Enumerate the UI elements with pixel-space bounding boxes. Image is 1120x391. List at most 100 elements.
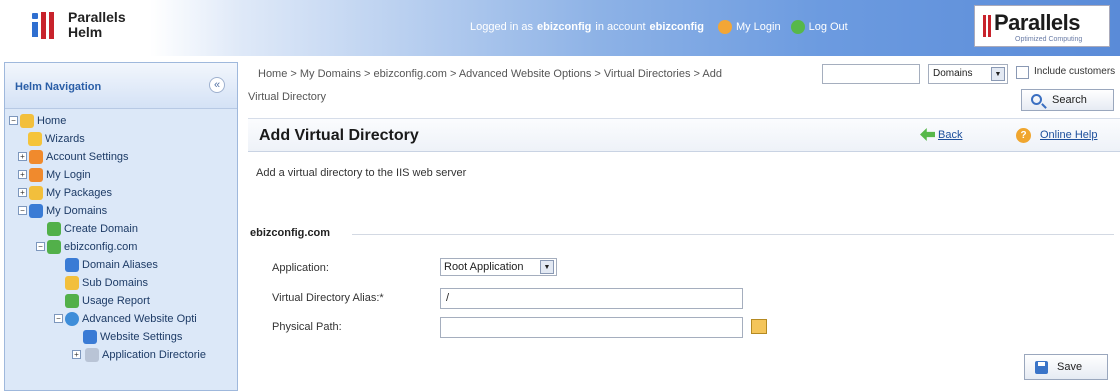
login-icon: [29, 168, 43, 182]
nav-item-create-domain[interactable]: Create Domain: [5, 220, 237, 238]
include-customers-checkbox[interactable]: [1016, 66, 1029, 79]
website-settings-icon: [83, 330, 97, 344]
save-disk-icon: [1035, 361, 1048, 374]
breadcrumb-line1[interactable]: Home > My Domains > ebizconfig.com > Adv…: [258, 65, 722, 83]
log-out-icon[interactable]: [790, 20, 805, 34]
globe-icon: [65, 312, 79, 326]
collapse-icon[interactable]: «: [209, 77, 225, 93]
help-icon[interactable]: ?: [1016, 128, 1031, 143]
application-select[interactable]: Root Application ▼: [440, 258, 557, 276]
tree-toggle-icon[interactable]: −: [54, 314, 63, 323]
current-user: ebizconfig: [537, 21, 592, 33]
navigation-title: Helm Navigation: [15, 81, 102, 93]
tree-toggle-icon[interactable]: −: [36, 242, 45, 251]
helm-logo: Parallels Helm: [30, 9, 126, 41]
nav-item-my-domains[interactable]: − My Domains: [5, 202, 237, 220]
nav-item-label[interactable]: Website Settings: [100, 328, 182, 346]
section-heading: ebizconfig.com: [250, 227, 331, 239]
search-button-label: Search: [1052, 94, 1087, 106]
search-icon: [1031, 94, 1042, 105]
folder-icon: [85, 348, 99, 362]
packages-icon: [29, 186, 43, 200]
brand-tagline: Optimized Computing: [1015, 36, 1083, 43]
search-button[interactable]: Search: [1021, 89, 1114, 111]
page-description: Add a virtual directory to the IIS web s…: [256, 167, 467, 179]
physical-path-label: Physical Path:: [272, 321, 342, 333]
nav-item-home[interactable]: − Home: [5, 112, 237, 130]
nav-item-label[interactable]: Wizards: [45, 130, 85, 148]
tree-toggle-icon[interactable]: +: [72, 350, 81, 359]
nav-item-label[interactable]: Sub Domains: [82, 274, 148, 292]
virtual-directory-alias-input[interactable]: /: [440, 288, 743, 309]
logo-line1: Parallels: [68, 9, 126, 25]
brand-name: Parallels: [994, 10, 1081, 35]
nav-item-label[interactable]: Advanced Website Opti: [82, 310, 197, 328]
nav-item-label[interactable]: My Login: [46, 166, 91, 184]
tree-toggle-icon[interactable]: +: [18, 188, 27, 197]
browse-folder-icon[interactable]: [751, 319, 767, 334]
tree-toggle-icon[interactable]: −: [18, 206, 27, 215]
nav-item-label[interactable]: Home: [37, 112, 66, 130]
navigation-header: Helm Navigation «: [5, 63, 237, 109]
my-login-link[interactable]: My Login: [736, 21, 781, 33]
nav-item-account-settings[interactable]: + Account Settings: [5, 148, 237, 166]
tree-toggle-icon[interactable]: +: [18, 152, 27, 161]
settings-icon: [29, 150, 43, 164]
nav-item-usage-report[interactable]: Usage Report: [5, 292, 237, 310]
subdomain-icon: [65, 276, 79, 290]
my-login-icon[interactable]: [717, 20, 732, 34]
in-account-label: in account: [595, 21, 646, 33]
nav-item-wizards[interactable]: Wizards: [5, 130, 237, 148]
back-link[interactable]: Back: [938, 129, 962, 141]
user-bar: Logged in as ebizconfig in account ebizc…: [470, 20, 848, 34]
tree-toggle-icon[interactable]: −: [9, 116, 18, 125]
search-scope-select[interactable]: Domains ▼: [928, 64, 1008, 84]
app-header: Parallels Helm Logged in as ebizconfig i…: [0, 0, 1120, 56]
search-scope-value: Domains: [933, 68, 973, 79]
wizard-icon: [28, 132, 42, 146]
nav-item-label[interactable]: Application Directorie: [102, 346, 206, 364]
online-help-link[interactable]: Online Help: [1040, 129, 1097, 141]
nav-item-my-login[interactable]: + My Login: [5, 166, 237, 184]
save-button[interactable]: Save: [1024, 354, 1108, 380]
breadcrumb-line2: Virtual Directory: [248, 91, 327, 103]
brand-bars-icon: [983, 15, 993, 40]
report-icon: [65, 294, 79, 308]
create-domain-icon: [47, 222, 61, 236]
nav-item-domain-aliases[interactable]: Domain Aliases: [5, 256, 237, 274]
virtual-directory-alias-label: Virtual Directory Alias:*: [272, 292, 384, 304]
nav-item-label[interactable]: Usage Report: [82, 292, 150, 310]
navigation-tree: − Home Wizards + Account Settings + My L…: [5, 109, 237, 364]
domains-icon: [29, 204, 43, 218]
page-title-bar: Add Virtual Directory Back ? Online Help: [248, 118, 1120, 152]
nav-item-ebizconfig-com[interactable]: − ebizconfig.com: [5, 238, 237, 256]
back-arrow-icon[interactable]: [920, 128, 935, 141]
parallels-brand-logo: Parallels Optimized Computing: [974, 5, 1110, 47]
logged-in-as-label: Logged in as: [470, 21, 533, 33]
nav-item-label[interactable]: ebizconfig.com: [64, 238, 137, 256]
chevron-down-icon[interactable]: ▼: [540, 260, 554, 274]
nav-item-application-directories[interactable]: + Application Directorie: [5, 346, 237, 364]
tree-toggle-icon[interactable]: +: [18, 170, 27, 179]
nav-item-sub-domains[interactable]: Sub Domains: [5, 274, 237, 292]
nav-item-label[interactable]: Create Domain: [64, 220, 138, 238]
nav-item-my-packages[interactable]: + My Packages: [5, 184, 237, 202]
logo-line2: Helm: [68, 24, 103, 40]
include-customers-label: Include customers: [1034, 66, 1116, 77]
nav-item-label[interactable]: Account Settings: [46, 148, 129, 166]
nav-item-website-settings[interactable]: Website Settings: [5, 328, 237, 346]
search-input[interactable]: [822, 64, 920, 84]
nav-item-advanced-website-options[interactable]: − Advanced Website Opti: [5, 310, 237, 328]
application-label: Application:: [272, 262, 329, 274]
chevron-down-icon[interactable]: ▼: [991, 67, 1005, 81]
page-title: Add Virtual Directory: [259, 127, 419, 144]
application-select-value: Root Application: [444, 261, 524, 273]
current-account: ebizconfig: [649, 21, 704, 33]
physical-path-input[interactable]: [440, 317, 743, 338]
section-divider: [352, 234, 1114, 235]
domain-icon: [47, 240, 61, 254]
nav-item-label[interactable]: Domain Aliases: [82, 256, 158, 274]
nav-item-label[interactable]: My Packages: [46, 184, 112, 202]
log-out-link[interactable]: Log Out: [809, 21, 848, 33]
nav-item-label[interactable]: My Domains: [46, 202, 107, 220]
